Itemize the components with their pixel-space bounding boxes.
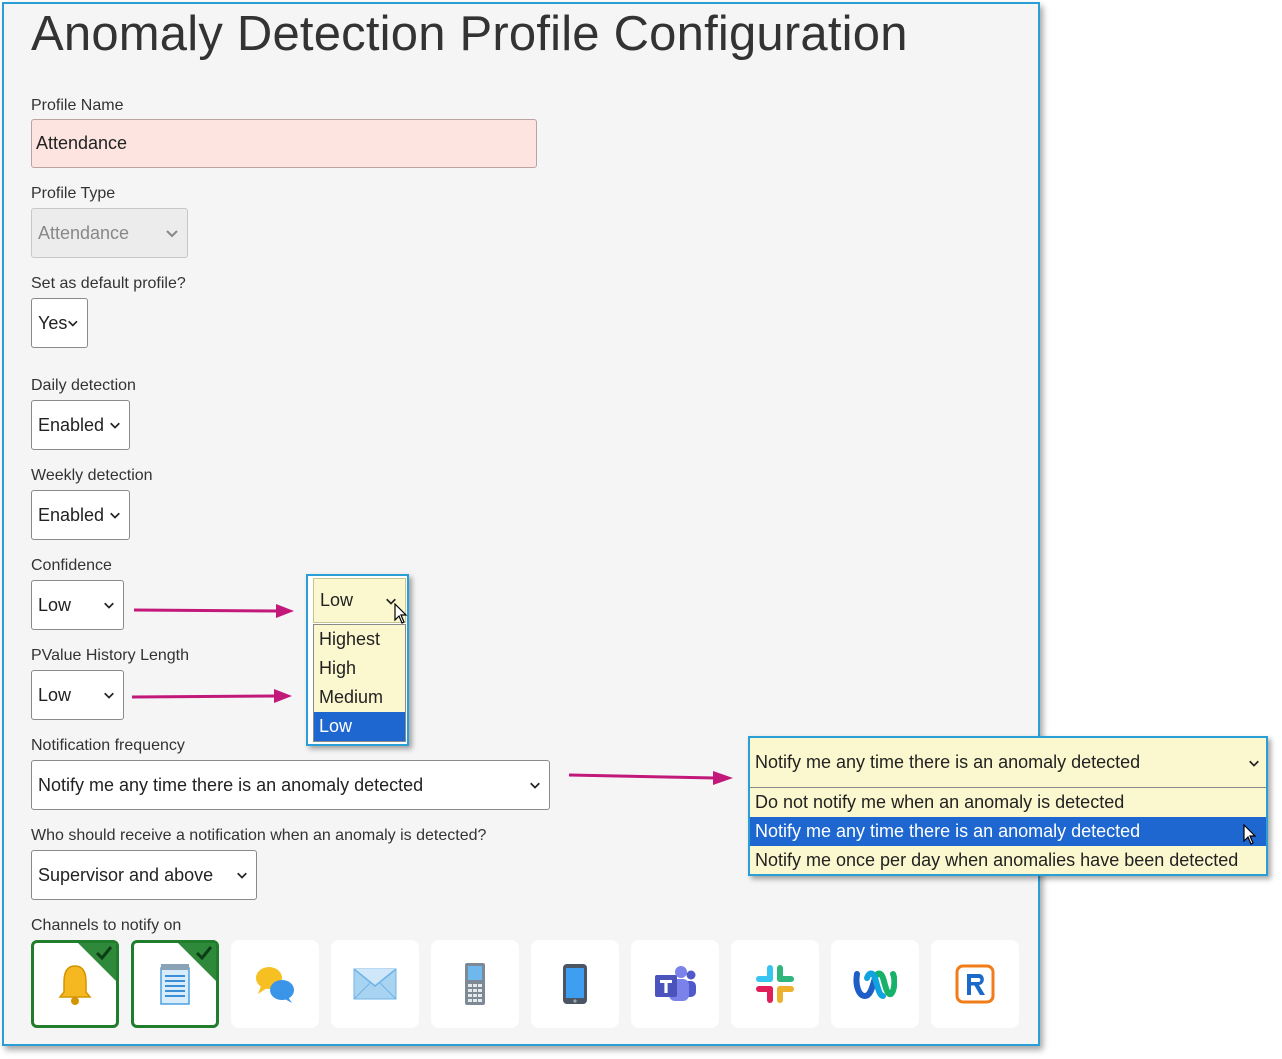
chevron-down-icon [1249, 760, 1259, 767]
channel-bell[interactable] [31, 940, 119, 1028]
checkmark-icon [195, 946, 213, 961]
option-low[interactable]: Low [314, 712, 405, 741]
smartphone-icon [563, 964, 587, 1004]
recipients-label: Who should receive a notification when a… [31, 827, 487, 844]
page-title: Anomaly Detection Profile Configuration [31, 7, 908, 61]
notification-dropdown-select[interactable]: Notify me any time there is an anomaly d… [750, 738, 1266, 788]
chevron-down-icon [110, 422, 120, 429]
r-app-icon [955, 964, 995, 1004]
confidence-value: Low [38, 594, 72, 615]
confidence-select[interactable]: Low [31, 580, 124, 630]
channel-webex[interactable] [831, 940, 919, 1028]
chevron-down-icon [110, 512, 120, 519]
mouse-cursor-icon [1243, 824, 1257, 845]
option-high[interactable]: High [314, 654, 405, 683]
channels-label: Channels to notify on [31, 917, 182, 934]
default-profile-select[interactable]: Yes [31, 298, 88, 348]
channel-notepad[interactable] [131, 940, 219, 1028]
feature-phone-icon [465, 963, 485, 1005]
channel-slack[interactable] [731, 940, 819, 1028]
mouse-cursor-icon [394, 603, 408, 624]
profile-name-input[interactable]: Attendance [31, 119, 537, 168]
daily-detection-label: Daily detection [31, 377, 136, 394]
notification-dropdown-value: Notify me any time there is an anomaly d… [755, 752, 1141, 772]
option-highest[interactable]: Highest [314, 625, 405, 654]
chevron-down-icon [104, 602, 114, 609]
daily-detection-value: Enabled [38, 414, 105, 435]
slack-icon [756, 965, 794, 1003]
recipients-select[interactable]: Supervisor and above [31, 850, 257, 900]
recipients-value: Supervisor and above [38, 864, 214, 885]
confidence-dropdown-select[interactable]: Low [313, 578, 406, 623]
profile-type-value: Attendance [38, 222, 130, 243]
teams-icon [655, 966, 696, 1001]
pvalue-history-select[interactable]: Low [31, 670, 124, 720]
confidence-label: Confidence [31, 557, 112, 574]
chevron-down-icon [68, 320, 78, 327]
notification-frequency-value: Notify me any time there is an anomaly d… [38, 774, 424, 795]
confidence-dropdown-value: Low [320, 590, 354, 610]
chevron-down-icon [104, 692, 114, 699]
callout-arrow-pvalue [131, 689, 292, 703]
option-notify-any-time[interactable]: Notify me any time there is an anomaly d… [750, 817, 1266, 846]
channel-email[interactable] [331, 940, 419, 1028]
weekly-detection-label: Weekly detection [31, 467, 153, 484]
pvalue-history-label: PValue History Length [31, 647, 190, 664]
webex-icon [853, 970, 897, 1000]
checkmark-icon [95, 946, 113, 961]
channel-mobile[interactable] [531, 940, 619, 1028]
chevron-down-icon [237, 872, 247, 879]
notification-frequency-select[interactable]: Notify me any time there is an anomaly d… [31, 760, 550, 810]
notification-dropdown-callout: Notify me any time there is an anomaly d… [748, 736, 1268, 876]
callout-arrow-notification [568, 771, 733, 785]
envelope-icon [353, 968, 397, 1000]
chevron-down-icon [530, 782, 540, 789]
channel-sms-phone[interactable] [431, 940, 519, 1028]
chevron-down-icon [166, 230, 178, 238]
callout-arrow-confidence [133, 604, 294, 618]
profile-type-label: Profile Type [31, 185, 116, 202]
profile-name-label: Profile Name [31, 97, 124, 114]
confidence-options-list: Highest High Medium Low [313, 624, 406, 742]
option-do-not-notify[interactable]: Do not notify me when an anomaly is dete… [750, 788, 1266, 817]
profile-name-value: Attendance [36, 133, 128, 153]
daily-detection-select[interactable]: Enabled [31, 400, 130, 450]
weekly-detection-value: Enabled [38, 504, 105, 525]
default-profile-value: Yes [38, 312, 68, 333]
channel-r-app[interactable] [931, 940, 1019, 1028]
pvalue-history-value: Low [38, 684, 72, 705]
channel-teams[interactable] [631, 940, 719, 1028]
notification-frequency-label: Notification frequency [31, 737, 185, 754]
option-medium[interactable]: Medium [314, 683, 405, 712]
channel-chat[interactable] [231, 940, 319, 1028]
chat-bubbles-icon [256, 967, 294, 1003]
profile-type-select: Attendance [31, 208, 188, 258]
option-notify-once-per-day[interactable]: Notify me once per day when anomalies ha… [750, 846, 1266, 875]
confidence-dropdown-callout: Low Highest High Medium Low [306, 574, 409, 746]
default-profile-label: Set as default profile? [31, 275, 186, 292]
weekly-detection-select[interactable]: Enabled [31, 490, 130, 540]
